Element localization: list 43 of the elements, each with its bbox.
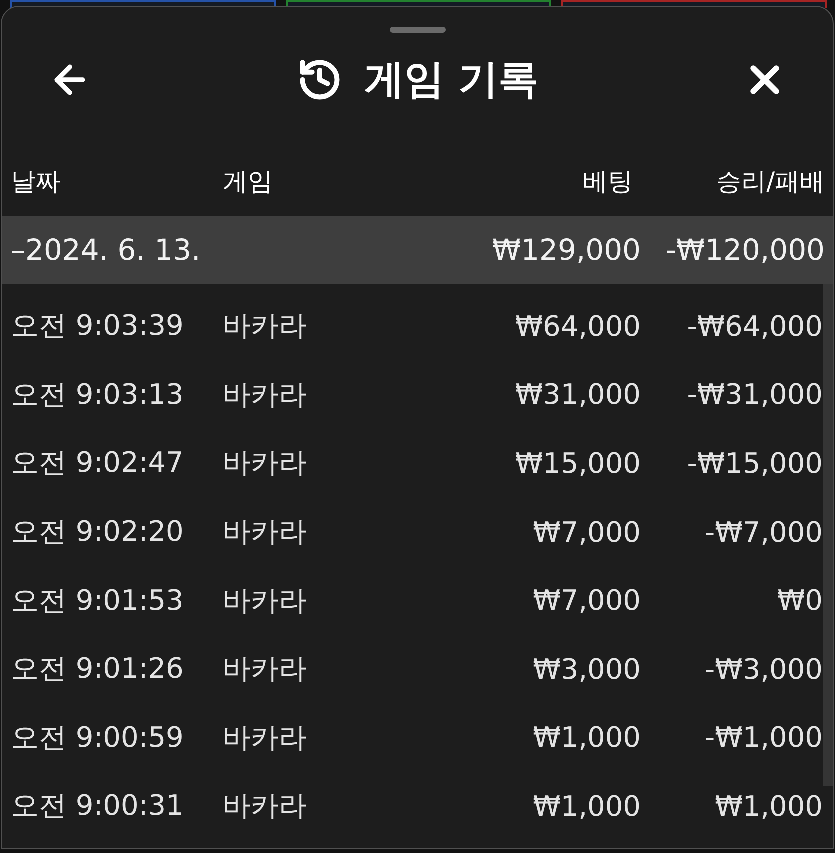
result-cell-text: -₩3,000: [704, 652, 823, 686]
time-cell-text: 오전 9:03:39: [11, 308, 185, 344]
bet-cell: ₩1,000: [533, 790, 641, 823]
result-cell-text: -₩15,000: [686, 446, 823, 480]
time-cell-text: 오전 9:00:59: [11, 720, 185, 756]
column-header: 날짜: [11, 166, 62, 198]
result-cell-text: ₩0: [776, 584, 823, 618]
column-header: 게임: [223, 166, 274, 198]
game-cell-text: 바카라: [223, 788, 308, 824]
column-header: 베팅: [583, 166, 634, 198]
game-cell-text: 바카라: [223, 582, 308, 619]
drag-handle[interactable]: [390, 27, 446, 33]
game-cell-text: 바카라: [223, 376, 308, 413]
sheet-title: 게임 기록: [364, 58, 538, 102]
scrollbar[interactable]: [823, 284, 833, 786]
time-cell-text: 오전 9:00:31: [11, 788, 185, 824]
result-cell-text: -₩7,000: [704, 516, 823, 549]
column-header: 승리/패배: [716, 166, 825, 198]
bet-cell: ₩3,000: [533, 652, 641, 686]
game-cell-text: 바카라: [223, 720, 308, 756]
date-group-row[interactable]: –2024. 6. 13. ₩129,000 -₩120,000: [2, 216, 833, 284]
game-cell-text: 바카라: [223, 445, 308, 482]
time-cell-text: 오전 9:03:13: [11, 376, 185, 413]
result-cell-text: ₩1,000: [714, 790, 823, 823]
time-cell-text: 오전 9:02:20: [11, 514, 185, 550]
bet-cell: ₩15,000: [515, 446, 641, 480]
date-label: –2024. 6. 13.: [11, 233, 202, 267]
bet-cell: ₩31,000: [515, 378, 641, 412]
result-cell-text: -₩1,000: [704, 721, 823, 754]
time-cell-text: 오전 9:02:47: [11, 445, 185, 482]
bet-cell: ₩7,000: [533, 516, 641, 549]
time-cell-text: 오전 9:01:26: [11, 651, 185, 688]
game-cell-text: 바카라: [223, 308, 308, 344]
time-cell-text: 오전 9:01:53: [11, 582, 185, 619]
bet-total: ₩129,000: [492, 233, 641, 267]
bet-cell: ₩1,000: [533, 721, 641, 754]
result-total: -₩120,000: [664, 233, 825, 267]
bet-cell: ₩64,000: [515, 310, 641, 343]
game-cell-text: 바카라: [223, 651, 308, 688]
result-cell-text: -₩31,000: [686, 378, 823, 412]
result-cell-text: -₩64,000: [686, 310, 823, 343]
game-cell-text: 바카라: [223, 514, 308, 550]
bet-cell: ₩7,000: [533, 584, 641, 618]
